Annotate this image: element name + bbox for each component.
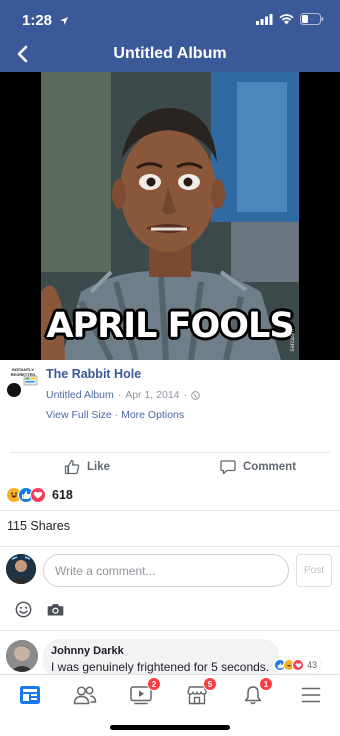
composer-tools: [0, 596, 340, 624]
album-link[interactable]: Untitled Album: [46, 389, 114, 401]
camera-icon: [47, 603, 63, 615]
status-bar: 1:28: [0, 0, 340, 38]
like-button[interactable]: Like: [64, 459, 110, 475]
tab-marketplace[interactable]: 5: [182, 677, 217, 709]
comment-composer: Post: [0, 550, 340, 592]
photo-options: View Full Size · More Options: [46, 409, 184, 421]
action-bar: Like Comment: [10, 452, 330, 482]
photo-watermark: sarcasm: [290, 329, 296, 352]
tab-notifications[interactable]: 1: [238, 677, 273, 709]
friends-icon: [73, 686, 97, 705]
view-full-size-link[interactable]: View Full Size: [46, 409, 112, 421]
watch-badge: 2: [147, 677, 161, 691]
like-label: Like: [87, 461, 111, 473]
divider: [0, 510, 340, 511]
smiley-icon: [15, 601, 31, 617]
page-avatar[interactable]: INSTANTLY REGRETTED: [6, 365, 40, 399]
comment-input[interactable]: [43, 554, 289, 587]
clock-text: 1:28: [22, 12, 53, 29]
tab-watch[interactable]: 2: [126, 677, 161, 709]
commenter-avatar[interactable]: [6, 640, 38, 672]
shares-count[interactable]: 115 Shares: [7, 519, 70, 533]
globe-icon: [191, 390, 200, 400]
comment-button[interactable]: Comment: [220, 459, 296, 475]
bottom-tab-bar: 2 5 1: [0, 674, 340, 736]
navigation-bar: Untitled Album: [0, 38, 340, 72]
tab-friends[interactable]: [70, 681, 100, 709]
separator-dot: ·: [114, 409, 119, 421]
reactions-summary[interactable]: 618: [6, 487, 73, 503]
page-avatar-image: [7, 375, 38, 397]
photo-viewer[interactable]: APRIL FOOLS sarcasm: [0, 72, 340, 360]
tab-news-feed[interactable]: [15, 681, 45, 709]
page-title: Untitled Album: [113, 45, 227, 62]
comment-reaction-count: 43: [307, 660, 318, 670]
comment-bubble[interactable]: Johnny Darkk I was genuinely frightened …: [43, 639, 279, 679]
emoji-button[interactable]: [12, 598, 34, 620]
comment-reactions[interactable]: 43: [272, 657, 322, 673]
comment-item: Johnny Darkk I was genuinely frightened …: [0, 636, 340, 679]
photo-caption: APRIL FOOLS: [46, 306, 294, 346]
notifications-badge: 1: [259, 677, 273, 691]
comment-bubble-icon: [220, 460, 236, 475]
divider: [0, 546, 340, 547]
post-header: INSTANTLY REGRETTED The Rabbit Hole Unti…: [0, 360, 340, 452]
post-subtitle: Untitled Album · Apr 1, 2014 ·: [46, 389, 200, 401]
love-reaction-icon: [292, 659, 304, 671]
home-indicator[interactable]: [110, 725, 230, 730]
signal-icon: [256, 13, 273, 25]
wifi-icon: [279, 13, 294, 24]
page-name-link[interactable]: The Rabbit Hole: [46, 367, 141, 381]
commenter-avatar-image: [6, 640, 38, 672]
user-avatar-image: [6, 554, 36, 584]
camera-button[interactable]: [44, 598, 66, 620]
marketplace-badge: 5: [203, 677, 217, 691]
tab-menu[interactable]: [296, 681, 326, 709]
comment-author[interactable]: Johnny Darkk: [51, 645, 271, 657]
separator-dot: ·: [117, 389, 122, 401]
more-options-link[interactable]: More Options: [121, 409, 184, 421]
location-arrow-icon: [60, 17, 69, 25]
separator-dot: ·: [183, 389, 188, 401]
news-feed-icon: [20, 686, 40, 704]
divider: [0, 630, 340, 631]
love-reaction-icon: [30, 487, 46, 503]
thumbs-up-icon: [64, 459, 80, 475]
reaction-count: 618: [52, 488, 73, 502]
user-avatar[interactable]: [6, 554, 36, 584]
post-date[interactable]: Apr 1, 2014: [125, 389, 179, 401]
post-button[interactable]: Post: [296, 554, 332, 587]
comment-label: Comment: [243, 461, 297, 473]
battery-icon: [300, 13, 324, 25]
album-photo[interactable]: APRIL FOOLS sarcasm: [41, 72, 299, 360]
comment-text: I was genuinely frightened for 5 seconds…: [51, 660, 270, 674]
status-time: 1:28: [22, 12, 69, 29]
hamburger-menu-icon: [301, 687, 321, 703]
status-indicators: [256, 13, 324, 25]
